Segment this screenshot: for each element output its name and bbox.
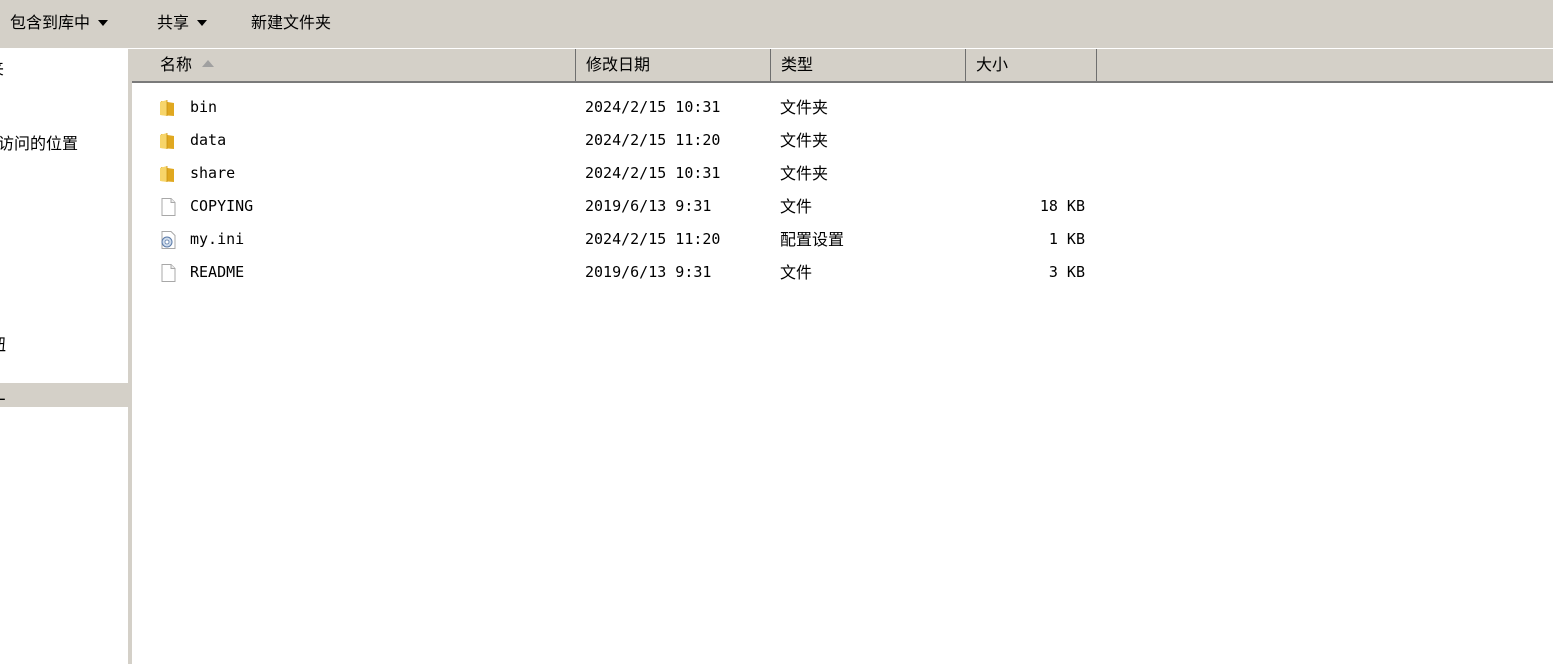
file-modified: 2024/2/15 11:20 — [585, 230, 721, 248]
dropdown-arrow-icon — [98, 19, 109, 26]
share-label: 共享 — [157, 13, 190, 32]
file-modified: 2024/2/15 10:31 — [585, 98, 721, 116]
file-modified: 2024/2/15 11:20 — [585, 131, 721, 149]
explorer-window: 包含到库中 共享 新建文件夹 夹 访问的位置 钮 L 名称 修改日期 — [0, 0, 1553, 664]
file-row[interactable]: COPYING 2019/6/13 9:31 文件 18 KB — [132, 190, 1096, 223]
nav-item-recent-places[interactable]: 访问的位置 — [0, 132, 128, 156]
file-size: 18 KB — [1039, 197, 1085, 215]
file-name: my.ini — [190, 230, 245, 248]
file-size — [965, 91, 1085, 124]
nav-item-folder[interactable]: 夹 — [0, 57, 128, 81]
column-header-type[interactable]: 类型 — [771, 49, 966, 81]
column-name-label: 名称 — [160, 55, 193, 74]
file-modified: 2019/6/13 9:31 — [585, 197, 712, 215]
nav-item-label: L — [0, 385, 5, 404]
dropdown-arrow-icon — [197, 19, 208, 26]
nav-item-selected[interactable]: L — [0, 383, 128, 407]
column-type-label: 类型 — [781, 55, 814, 74]
folder-icon — [160, 133, 174, 149]
new-folder-label: 新建文件夹 — [251, 13, 332, 32]
nav-item-partial[interactable]: 钮 — [0, 333, 128, 357]
file-type: 文件夹 — [780, 98, 829, 117]
file-size — [965, 124, 1085, 157]
file-type: 文件 — [780, 263, 813, 282]
file-name: share — [190, 164, 236, 182]
file-type: 文件夹 — [780, 131, 829, 150]
column-header-modified[interactable]: 修改日期 — [576, 49, 771, 81]
sort-ascending-icon — [202, 60, 215, 67]
file-modified: 2019/6/13 9:31 — [585, 263, 712, 281]
file-name: README — [190, 263, 245, 281]
file-row[interactable]: bin 2024/2/15 10:31 文件夹 — [132, 91, 1096, 124]
file-size: 1 KB — [1048, 230, 1085, 248]
include-in-library-button[interactable]: 包含到库中 — [10, 10, 109, 36]
toolbar: 包含到库中 共享 新建文件夹 — [0, 0, 1553, 49]
include-in-library-label: 包含到库中 — [10, 13, 91, 32]
column-header-size[interactable]: 大小 — [966, 49, 1097, 81]
folder-icon — [160, 166, 174, 182]
file-type: 文件 — [780, 197, 813, 216]
file-list: bin 2024/2/15 10:31 文件夹 data 2024/2/15 1… — [132, 83, 1553, 664]
column-modified-label: 修改日期 — [586, 55, 651, 74]
share-button[interactable]: 共享 — [157, 10, 208, 36]
folder-icon — [160, 100, 174, 116]
file-name: bin — [190, 98, 218, 116]
column-header-name[interactable]: 名称 — [132, 49, 576, 81]
file-modified: 2024/2/15 10:31 — [585, 164, 721, 182]
file-icon — [161, 198, 176, 216]
file-row[interactable]: README 2019/6/13 9:31 文件 3 KB — [132, 256, 1096, 289]
file-size — [965, 157, 1085, 190]
nav-item-label: 访问的位置 — [0, 134, 79, 153]
file-name: COPYING — [190, 197, 254, 215]
settings-file-icon — [161, 231, 176, 249]
file-name: data — [190, 131, 227, 149]
column-header: 名称 修改日期 类型 大小 — [132, 49, 1553, 83]
file-row[interactable]: my.ini 2024/2/15 11:20 配置设置 1 KB — [132, 223, 1096, 256]
column-size-label: 大小 — [976, 55, 1009, 74]
nav-item-label: 钮 — [0, 335, 6, 354]
file-row[interactable]: data 2024/2/15 11:20 文件夹 — [132, 124, 1096, 157]
file-type: 配置设置 — [780, 230, 845, 249]
file-row[interactable]: share 2024/2/15 10:31 文件夹 — [132, 157, 1096, 190]
file-size: 3 KB — [1048, 263, 1085, 281]
file-type: 文件夹 — [780, 164, 829, 183]
nav-item-label: 夹 — [0, 59, 4, 78]
file-icon — [161, 264, 176, 282]
navigation-pane: 夹 访问的位置 钮 L — [0, 49, 128, 664]
new-folder-button[interactable]: 新建文件夹 — [251, 10, 331, 36]
